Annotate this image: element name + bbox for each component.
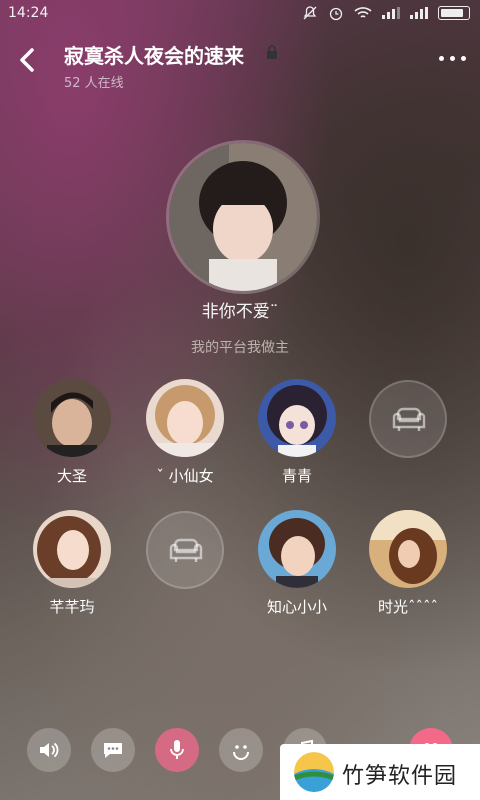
online-count: 52 人在线	[64, 76, 124, 91]
battery-icon	[438, 6, 470, 20]
wifi-icon	[354, 7, 372, 18]
alarm-icon	[329, 7, 343, 21]
seat-label: 芊芊玙	[49, 598, 95, 616]
room-title: 寂寞杀人夜会的速来	[64, 44, 244, 68]
sofa-icon	[392, 407, 426, 431]
mute-icon	[303, 6, 317, 20]
emoji-button[interactable]	[219, 728, 263, 772]
seat-avatar[interactable]	[258, 510, 336, 588]
seat-label: 青青	[281, 467, 312, 485]
seat-label: 大圣	[56, 467, 87, 485]
back-arrow-icon[interactable]	[14, 44, 42, 76]
microphone-button[interactable]	[155, 728, 199, 772]
room-header: 寂寞杀人夜会的速来 52 人在线	[0, 36, 480, 96]
sofa-icon	[169, 538, 203, 562]
seat-avatar[interactable]	[369, 510, 447, 588]
status-icons	[302, 5, 470, 21]
seat-avatar[interactable]	[146, 379, 224, 457]
status-bar: 14:24	[0, 0, 480, 28]
chat-button[interactable]	[91, 728, 135, 772]
speaker-icon	[40, 742, 59, 758]
host-name: 非你不爱¨	[201, 302, 279, 322]
microphone-icon	[170, 740, 184, 759]
chat-icon	[104, 743, 122, 758]
seat-avatar[interactable]	[33, 379, 111, 457]
watermark-text: 竹笋软件园	[342, 764, 458, 789]
seat-avatar[interactable]	[33, 510, 111, 588]
seat-label: 时光ˆˆˆˆ	[377, 598, 438, 616]
empty-seat[interactable]	[369, 380, 447, 458]
watermark-logo	[294, 752, 334, 792]
emoji-icon	[233, 745, 249, 760]
seat-label: ˇ 小仙女	[156, 467, 214, 485]
signal-icon	[410, 7, 428, 19]
signal-icon	[382, 7, 400, 19]
lock-icon	[267, 45, 277, 59]
host-subtitle: 我的平台我做主	[191, 340, 289, 356]
seat-label: 知心小小	[266, 598, 327, 616]
speaker-button[interactable]	[27, 728, 71, 772]
watermark: 竹笋软件园	[280, 744, 480, 800]
empty-seat[interactable]	[146, 511, 224, 589]
status-time: 14:24	[8, 5, 49, 21]
seat-avatar[interactable]	[258, 379, 336, 457]
more-options-button[interactable]	[439, 56, 466, 61]
host-avatar[interactable]	[166, 140, 320, 294]
